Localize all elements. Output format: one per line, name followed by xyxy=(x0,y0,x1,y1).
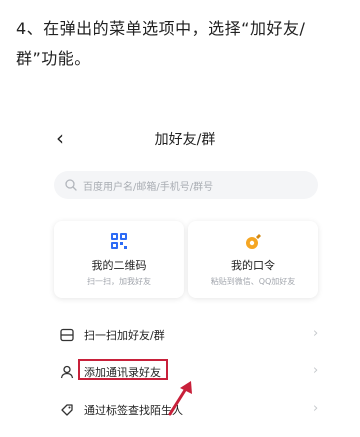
card-subtitle: 扫一扫，加我好友 xyxy=(87,277,151,286)
contact-icon xyxy=(60,365,74,379)
chevron-right-icon: › xyxy=(313,401,319,416)
card-title: 我的二维码 xyxy=(91,259,147,272)
tag-icon xyxy=(61,404,73,416)
highlight-box xyxy=(78,359,168,380)
my-qr-code-card[interactable]: 我的二维码 扫一扫，加我好友 xyxy=(54,221,184,298)
qr-code-icon xyxy=(111,233,127,249)
search-placeholder: 百度用户名/邮箱/手机号/群号 xyxy=(83,182,214,193)
menu-item-label: 扫一扫加好友/群 xyxy=(84,329,165,342)
page-title: 加好友/群 xyxy=(154,132,216,148)
instruction-text: 4、在弹出的菜单选项中，选择“加好友/群”功能。 xyxy=(16,19,306,68)
red-arrow-icon xyxy=(168,381,192,416)
card-title: 我的口令 xyxy=(231,259,275,272)
scan-icon xyxy=(60,328,74,342)
chevron-right-icon: › xyxy=(313,326,319,341)
card-subtitle: 粘贴到微信、QQ加好友 xyxy=(210,277,296,286)
key-icon xyxy=(246,234,261,249)
my-password-card[interactable]: 我的口令 粘贴到微信、QQ加好友 xyxy=(188,221,318,298)
chevron-right-icon: › xyxy=(313,363,319,378)
search-input[interactable]: 百度用户名/邮箱/手机号/群号 xyxy=(54,171,318,199)
search-icon xyxy=(65,179,77,191)
menu-item-scan[interactable]: 扫一扫加好友/群 › xyxy=(40,318,330,352)
phone-screenshot: ‹ 加好友/群 百度用户名/邮箱/手机号/群号 我的二维码 扫一扫，加我好友 我… xyxy=(40,118,330,437)
navigation-bar: ‹ 加好友/群 xyxy=(40,118,330,162)
